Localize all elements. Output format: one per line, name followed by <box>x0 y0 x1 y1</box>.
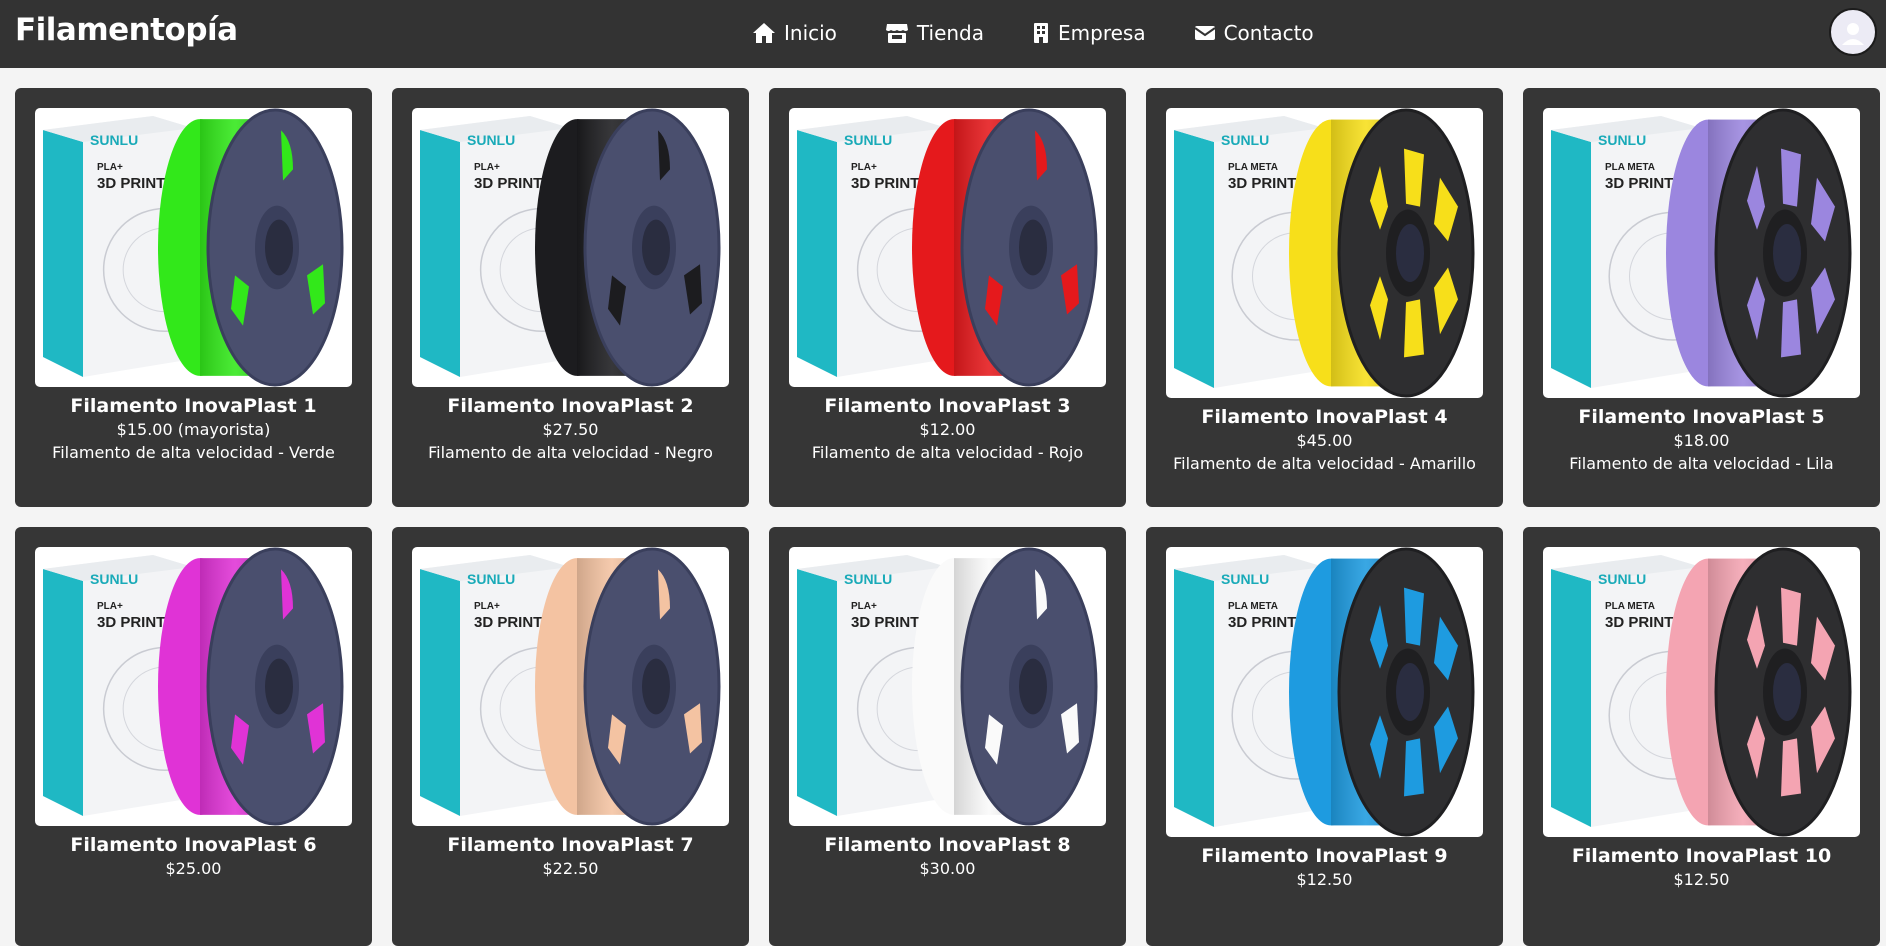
product-price: $12.50 <box>1673 870 1730 889</box>
product-price: $18.00 <box>1673 431 1730 450</box>
product-description: Filamento de alta velocidad - Rojo <box>811 443 1084 462</box>
filament-spool-illustration: SUNLUPLA META3D PRINTIN <box>1551 547 1852 837</box>
box-brand-text: SUNLU <box>1221 132 1269 148</box>
product-card[interactable]: SUNLU PLA+ 3D PRINTIN Filamento InovaPlast … <box>392 88 749 507</box>
user-avatar[interactable] <box>1829 8 1877 56</box>
product-title[interactable]: Filamento InovaPlast 3 <box>769 395 1126 417</box>
product-image[interactable]: SUNLU PLA+ 3D PRINTIN <box>789 547 1106 826</box>
product-card[interactable]: SUNLU PLA+ 3D PRINTIN Filamento InovaPlast … <box>769 88 1126 507</box>
box-brand-text: SUNLU <box>1221 571 1269 587</box>
product-price: $15.00 (mayorista) <box>116 420 271 439</box>
filament-spool-illustration: SUNLUPLA META3D PRINTIN <box>1551 108 1852 398</box>
top-navbar: Filamentopía Inicio Tienda Empresa Conta… <box>0 0 1886 68</box>
box-brand-text: SUNLU <box>467 132 515 148</box>
product-title[interactable]: Filamento InovaPlast 1 <box>15 395 372 417</box>
filament-spool-illustration: SUNLUPLA META3D PRINTIN <box>1174 547 1475 837</box>
box-line1-text: PLA+ <box>474 601 500 612</box>
main-nav: Inicio Tienda Empresa Contacto <box>752 18 1362 48</box>
product-card[interactable]: SUNLU PLA META 3D PRINTIN Filamento InovaPl… <box>1523 527 1880 946</box>
product-card[interactable]: SUNLU PLA+ 3D PRINTIN Filamento InovaPlast … <box>769 527 1126 946</box>
nav-inicio-label: Inicio <box>784 21 837 45</box>
box-brand-text: SUNLU <box>90 132 138 148</box>
box-brand-text: SUNLU <box>467 571 515 587</box>
envelope-icon <box>1194 26 1216 40</box>
nav-inicio[interactable]: Inicio <box>752 18 837 48</box>
nav-tienda[interactable]: Tienda <box>885 18 984 48</box>
box-line1-text: PLA META <box>1228 601 1278 612</box>
product-title[interactable]: Filamento InovaPlast 7 <box>392 834 749 856</box>
product-price: $45.00 <box>1296 431 1353 450</box>
product-card[interactable]: SUNLU PLA+ 3D PRINTIN Filamento InovaPlast … <box>15 88 372 507</box>
box-brand-text: SUNLU <box>1598 571 1646 587</box>
box-brand-text: SUNLU <box>844 132 892 148</box>
product-image[interactable]: SUNLU PLA META 3D PRINTIN <box>1543 108 1860 398</box>
product-title[interactable]: Filamento InovaPlast 10 <box>1523 845 1880 867</box>
filament-spool-illustration: SUNLUPLA+3D PRINTIN <box>797 547 1098 826</box>
product-card[interactable]: SUNLU PLA+ 3D PRINTIN Filamento InovaPlast … <box>15 527 372 946</box>
product-description: Filamento de alta velocidad - Negro <box>428 443 713 462</box>
filament-spool-illustration: SUNLUPLA+3D PRINTIN <box>43 547 344 826</box>
product-image[interactable]: SUNLU PLA META 3D PRINTIN <box>1543 547 1860 837</box>
nav-empresa-label: Empresa <box>1058 21 1146 45</box>
product-description: Filamento de alta velocidad - Verde <box>52 443 335 462</box>
store-icon <box>885 24 908 43</box>
box-line1-text: PLA+ <box>851 162 877 173</box>
box-line1-text: PLA+ <box>474 162 500 173</box>
product-description: Filamento de alta velocidad - Lila <box>1569 454 1834 473</box>
nav-contacto[interactable]: Contacto <box>1194 18 1314 48</box>
product-image[interactable]: SUNLU PLA+ 3D PRINTIN <box>789 108 1106 387</box>
product-price: $12.50 <box>1296 870 1353 889</box>
box-line1-text: PLA META <box>1605 162 1655 173</box>
product-image[interactable]: SUNLU PLA META 3D PRINTIN <box>1166 108 1483 398</box>
product-title[interactable]: Filamento InovaPlast 2 <box>392 395 749 417</box>
nav-contacto-label: Contacto <box>1223 21 1314 45</box>
product-title[interactable]: Filamento InovaPlast 6 <box>15 834 372 856</box>
box-line1-text: PLA+ <box>851 601 877 612</box>
product-price: $27.50 <box>542 420 599 439</box>
home-icon <box>753 23 775 43</box>
filament-spool-illustration: SUNLUPLA+3D PRINTIN <box>420 547 721 826</box>
building-icon <box>1034 23 1049 43</box>
box-line1-text: PLA+ <box>97 601 123 612</box>
box-line1-text: PLA META <box>1228 162 1278 173</box>
product-card[interactable]: SUNLU PLA META 3D PRINTIN Filamento InovaPl… <box>1146 527 1503 946</box>
product-title[interactable]: Filamento InovaPlast 8 <box>769 834 1126 856</box>
product-price: $22.50 <box>542 859 599 878</box>
box-line1-text: PLA META <box>1605 601 1655 612</box>
product-card[interactable]: SUNLU PLA META 3D PRINTIN Filamento InovaPl… <box>1146 88 1503 507</box>
site-brand[interactable]: Filamentopía <box>15 12 238 48</box>
product-title[interactable]: Filamento InovaPlast 5 <box>1523 406 1880 428</box>
filament-spool-illustration: SUNLUPLA+3D PRINTIN <box>420 108 721 387</box>
product-image[interactable]: SUNLU PLA META 3D PRINTIN <box>1166 547 1483 837</box>
product-image[interactable]: SUNLU PLA+ 3D PRINTIN <box>35 547 352 826</box>
product-card[interactable]: SUNLU PLA+ 3D PRINTIN Filamento InovaPlast … <box>392 527 749 946</box>
filament-spool-illustration: SUNLUPLA+3D PRINTIN <box>43 108 344 387</box>
product-image[interactable]: SUNLU PLA+ 3D PRINTIN <box>412 108 729 387</box>
product-price: $12.00 <box>919 420 976 439</box>
box-brand-text: SUNLU <box>844 571 892 587</box>
box-brand-text: SUNLU <box>1598 132 1646 148</box>
user-avatar-icon <box>1842 23 1864 45</box>
product-card[interactable]: SUNLU PLA META 3D PRINTIN Filamento InovaPl… <box>1523 88 1880 507</box>
product-price: $25.00 <box>165 859 222 878</box>
box-brand-text: SUNLU <box>90 571 138 587</box>
nav-tienda-label: Tienda <box>916 21 985 45</box>
product-price: $30.00 <box>919 859 976 878</box>
product-image[interactable]: SUNLU PLA+ 3D PRINTIN <box>35 108 352 387</box>
product-title[interactable]: Filamento InovaPlast 4 <box>1146 406 1503 428</box>
product-description: Filamento de alta velocidad - Amarillo <box>1173 454 1476 473</box>
filament-spool-illustration: SUNLUPLA+3D PRINTIN <box>797 108 1098 387</box>
product-image[interactable]: SUNLU PLA+ 3D PRINTIN <box>412 547 729 826</box>
filament-spool-illustration: SUNLUPLA META3D PRINTIN <box>1174 108 1475 398</box>
box-line1-text: PLA+ <box>97 162 123 173</box>
nav-empresa[interactable]: Empresa <box>1032 18 1146 48</box>
product-title[interactable]: Filamento InovaPlast 9 <box>1146 845 1503 867</box>
